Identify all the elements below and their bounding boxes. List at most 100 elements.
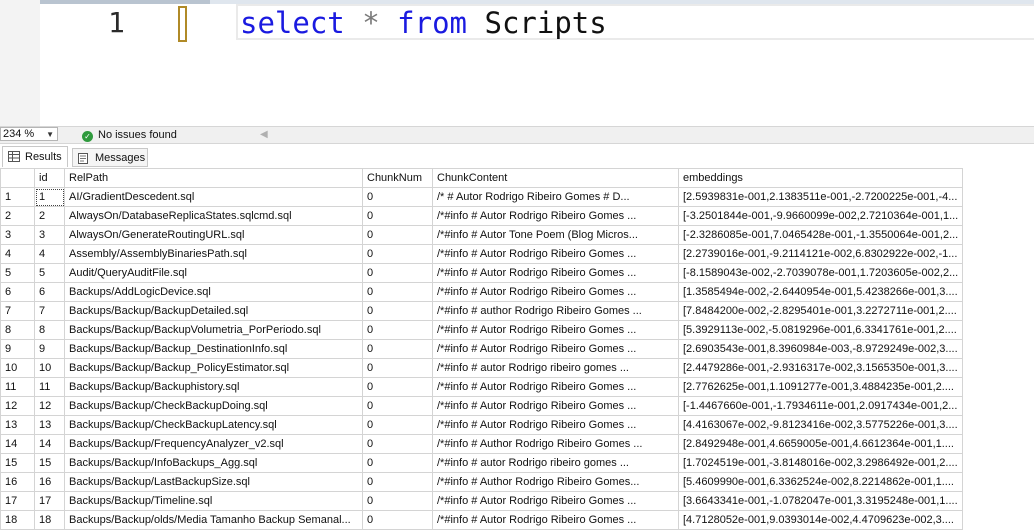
table-row[interactable]: 7 7 Backups/Backup/BackupDetailed.sql 0/*#i… bbox=[0, 301, 963, 321]
cell-chunknum[interactable]: 0 bbox=[362, 263, 433, 283]
cell-id[interactable]: 2 bbox=[34, 206, 65, 226]
table-row[interactable]: 18 18 Backups/Backup/olds/Media Tamanho Ba… bbox=[0, 510, 963, 530]
cell-embeddings[interactable]: [-3.2501844e-001,-9.9660099e-002,2.72103… bbox=[678, 206, 963, 226]
cell-embeddings[interactable]: [4.7128052e-001,9.0393014e-002,4.4709623… bbox=[678, 510, 963, 530]
row-number[interactable]: 9 bbox=[0, 339, 35, 359]
cell-id[interactable]: 5 bbox=[34, 263, 65, 283]
table-row[interactable]: 6 6 Backups/AddLogicDevice.sql 0/*#info # A… bbox=[0, 282, 963, 302]
cell-chunkcontent[interactable]: /*#info # Autor Rodrigo Ribeiro Gomes ..… bbox=[432, 244, 679, 264]
cell-relpath[interactable]: AlwaysOn/DatabaseReplicaStates.sqlcmd.sq… bbox=[64, 206, 363, 226]
table-row[interactable]: 2 2 AlwaysOn/DatabaseReplicaStates.sqlcmd.… bbox=[0, 206, 963, 226]
cell-chunknum[interactable]: 0 bbox=[362, 339, 433, 359]
cell-relpath[interactable]: Backups/Backup/Backup_PolicyEstimator.sq… bbox=[64, 358, 363, 378]
cell-chunknum[interactable]: 0 bbox=[362, 491, 433, 511]
table-row[interactable]: 9 9 Backups/Backup/Backup_DestinationInfo.… bbox=[0, 339, 963, 359]
table-row[interactable]: 15 15 Backups/Backup/InfoBackups_Agg.sql 0/… bbox=[0, 453, 963, 473]
table-row[interactable]: 17 17 Backups/Backup/Timeline.sql 0/*#info … bbox=[0, 491, 963, 511]
cell-chunknum[interactable]: 0 bbox=[362, 206, 433, 226]
row-number[interactable]: 7 bbox=[0, 301, 35, 321]
cell-chunknum[interactable]: 0 bbox=[362, 377, 433, 397]
cell-relpath[interactable]: Backups/Backup/BackupVolumetria_PorPerio… bbox=[64, 320, 363, 340]
column-header-chunknum[interactable]: ChunkNum bbox=[362, 168, 433, 188]
cell-relpath[interactable]: AlwaysOn/GenerateRoutingURL.sql bbox=[64, 225, 363, 245]
cell-id[interactable]: 10 bbox=[34, 358, 65, 378]
table-row[interactable]: 12 12 Backups/Backup/CheckBackupDoing.sql 0… bbox=[0, 396, 963, 416]
cell-relpath[interactable]: Backups/Backup/LastBackupSize.sql bbox=[64, 472, 363, 492]
cell-relpath[interactable]: Audit/QueryAuditFile.sql bbox=[64, 263, 363, 283]
cell-chunknum[interactable]: 0 bbox=[362, 510, 433, 530]
cell-chunkcontent[interactable]: /*#info # Autor Rodrigo Ribeiro Gomes ..… bbox=[432, 377, 679, 397]
table-row[interactable]: 5 5 Audit/QueryAuditFile.sql 0/*#info # Aut… bbox=[0, 263, 963, 283]
row-number[interactable]: 10 bbox=[0, 358, 35, 378]
cell-embeddings[interactable]: [7.8484200e-002,-2.8295401e-001,3.227271… bbox=[678, 301, 963, 321]
cell-embeddings[interactable]: [5.3929113e-002,-5.0819296e-001,6.334176… bbox=[678, 320, 963, 340]
cell-id[interactable]: 18 bbox=[34, 510, 65, 530]
results-grid[interactable]: id RelPath ChunkNum ChunkContent embeddi… bbox=[0, 168, 1034, 530]
cell-chunknum[interactable]: 0 bbox=[362, 244, 433, 264]
cell-relpath[interactable]: Backups/Backup/FrequencyAnalyzer_v2.sql bbox=[64, 434, 363, 454]
row-selector-header[interactable] bbox=[0, 168, 35, 188]
cell-embeddings[interactable]: [2.2739016e-001,-9.2114121e-002,6.830292… bbox=[678, 244, 963, 264]
column-header-chunkcontent[interactable]: ChunkContent bbox=[432, 168, 679, 188]
cell-embeddings[interactable]: [1.3585494e-002,-2.6440954e-001,5.423826… bbox=[678, 282, 963, 302]
cell-embeddings[interactable]: [3.6643341e-001,-1.0782047e-001,3.319524… bbox=[678, 491, 963, 511]
row-number[interactable]: 3 bbox=[0, 225, 35, 245]
cell-chunknum[interactable]: 0 bbox=[362, 320, 433, 340]
cell-chunknum[interactable]: 0 bbox=[362, 301, 433, 321]
cell-chunkcontent[interactable]: /*#info # Author Rodrigo Ribeiro Gomes..… bbox=[432, 472, 679, 492]
cell-chunkcontent[interactable]: /*#info # Autor Rodrigo Ribeiro Gomes ..… bbox=[432, 415, 679, 435]
row-number[interactable]: 17 bbox=[0, 491, 35, 511]
cell-chunkcontent[interactable]: /* # Autor Rodrigo Ribeiro Gomes # D... bbox=[432, 187, 679, 207]
row-number[interactable]: 4 bbox=[0, 244, 35, 264]
cell-chunknum[interactable]: 0 bbox=[362, 415, 433, 435]
row-number[interactable]: 18 bbox=[0, 510, 35, 530]
row-number[interactable]: 14 bbox=[0, 434, 35, 454]
column-header-id[interactable]: id bbox=[34, 168, 65, 188]
cell-relpath[interactable]: Backups/Backup/CheckBackupLatency.sql bbox=[64, 415, 363, 435]
cell-embeddings[interactable]: [1.7024519e-001,-3.8148016e-002,3.298649… bbox=[678, 453, 963, 473]
cell-embeddings[interactable]: [2.6903543e-001,8.3960984e-003,-8.972924… bbox=[678, 339, 963, 359]
table-row[interactable]: 1 1 AI/GradientDescedent.sql 0/* # Autor Ro… bbox=[0, 187, 963, 207]
cell-chunknum[interactable]: 0 bbox=[362, 453, 433, 473]
cell-chunkcontent[interactable]: /*#info # Autor Rodrigo Ribeiro Gomes ..… bbox=[432, 510, 679, 530]
cell-chunknum[interactable]: 0 bbox=[362, 187, 433, 207]
cell-chunkcontent[interactable]: /*#info # Autor Rodrigo Ribeiro Gomes ..… bbox=[432, 396, 679, 416]
cell-relpath[interactable]: Backups/Backup/Timeline.sql bbox=[64, 491, 363, 511]
column-header-relpath[interactable]: RelPath bbox=[64, 168, 363, 188]
table-row[interactable]: 13 13 Backups/Backup/CheckBackupLatency.sq… bbox=[0, 415, 963, 435]
code-line[interactable]: select * from Scripts bbox=[236, 4, 1034, 40]
cell-id[interactable]: 11 bbox=[34, 377, 65, 397]
cell-relpath[interactable]: Backups/Backup/CheckBackupDoing.sql bbox=[64, 396, 363, 416]
cell-chunkcontent[interactable]: /*#info # Autor Rodrigo Ribeiro Gomes ..… bbox=[432, 320, 679, 340]
table-row[interactable]: 4 4 Assembly/AssemblyBinariesPath.sql 0/*#i… bbox=[0, 244, 963, 264]
cell-relpath[interactable]: Backups/Backup/Backup_DestinationInfo.sq… bbox=[64, 339, 363, 359]
cell-relpath[interactable]: Backups/AddLogicDevice.sql bbox=[64, 282, 363, 302]
cell-chunkcontent[interactable]: /*#info # Autor Rodrigo Ribeiro Gomes ..… bbox=[432, 491, 679, 511]
cell-chunkcontent[interactable]: /*#info # Autor Rodrigo Ribeiro Gomes ..… bbox=[432, 282, 679, 302]
table-row[interactable]: 10 10 Backups/Backup/Backup_PolicyEstimato… bbox=[0, 358, 963, 378]
cell-embeddings[interactable]: [2.4479286e-001,-2.9316317e-002,3.156535… bbox=[678, 358, 963, 378]
cell-relpath[interactable]: Backups/Backup/BackupDetailed.sql bbox=[64, 301, 363, 321]
tab-messages[interactable]: Messages bbox=[72, 148, 148, 167]
scroll-left-arrow-icon[interactable]: ◀ bbox=[260, 127, 268, 143]
cell-relpath[interactable]: Backups/Backup/olds/Media Tamanho Backup… bbox=[64, 510, 363, 530]
row-number[interactable]: 13 bbox=[0, 415, 35, 435]
cell-id[interactable]: 16 bbox=[34, 472, 65, 492]
table-row[interactable]: 11 11 Backups/Backup/Backuphistory.sql 0/*#… bbox=[0, 377, 963, 397]
cell-id[interactable]: 9 bbox=[34, 339, 65, 359]
cell-id[interactable]: 3 bbox=[34, 225, 65, 245]
issues-indicator[interactable]: ✓ No issues found bbox=[82, 127, 177, 143]
cell-chunkcontent[interactable]: /*#info # autor Rodrigo ribeiro gomes ..… bbox=[432, 358, 679, 378]
column-header-embeddings[interactable]: embeddings bbox=[678, 168, 963, 188]
cell-embeddings[interactable]: [4.4163067e-002,-9.8123416e-002,3.577522… bbox=[678, 415, 963, 435]
row-number[interactable]: 1 bbox=[0, 187, 35, 207]
row-number[interactable]: 15 bbox=[0, 453, 35, 473]
cell-id[interactable]: 8 bbox=[34, 320, 65, 340]
row-number[interactable]: 6 bbox=[0, 282, 35, 302]
cell-id[interactable]: 15 bbox=[34, 453, 65, 473]
row-number[interactable]: 2 bbox=[0, 206, 35, 226]
cell-chunkcontent[interactable]: /*#info # Autor Rodrigo Ribeiro Gomes ..… bbox=[432, 339, 679, 359]
cell-embeddings[interactable]: [-1.4467660e-001,-1.7934611e-001,2.09174… bbox=[678, 396, 963, 416]
cell-id[interactable]: 7 bbox=[34, 301, 65, 321]
cell-chunkcontent[interactable]: /*#info # Autor Rodrigo Ribeiro Gomes ..… bbox=[432, 206, 679, 226]
